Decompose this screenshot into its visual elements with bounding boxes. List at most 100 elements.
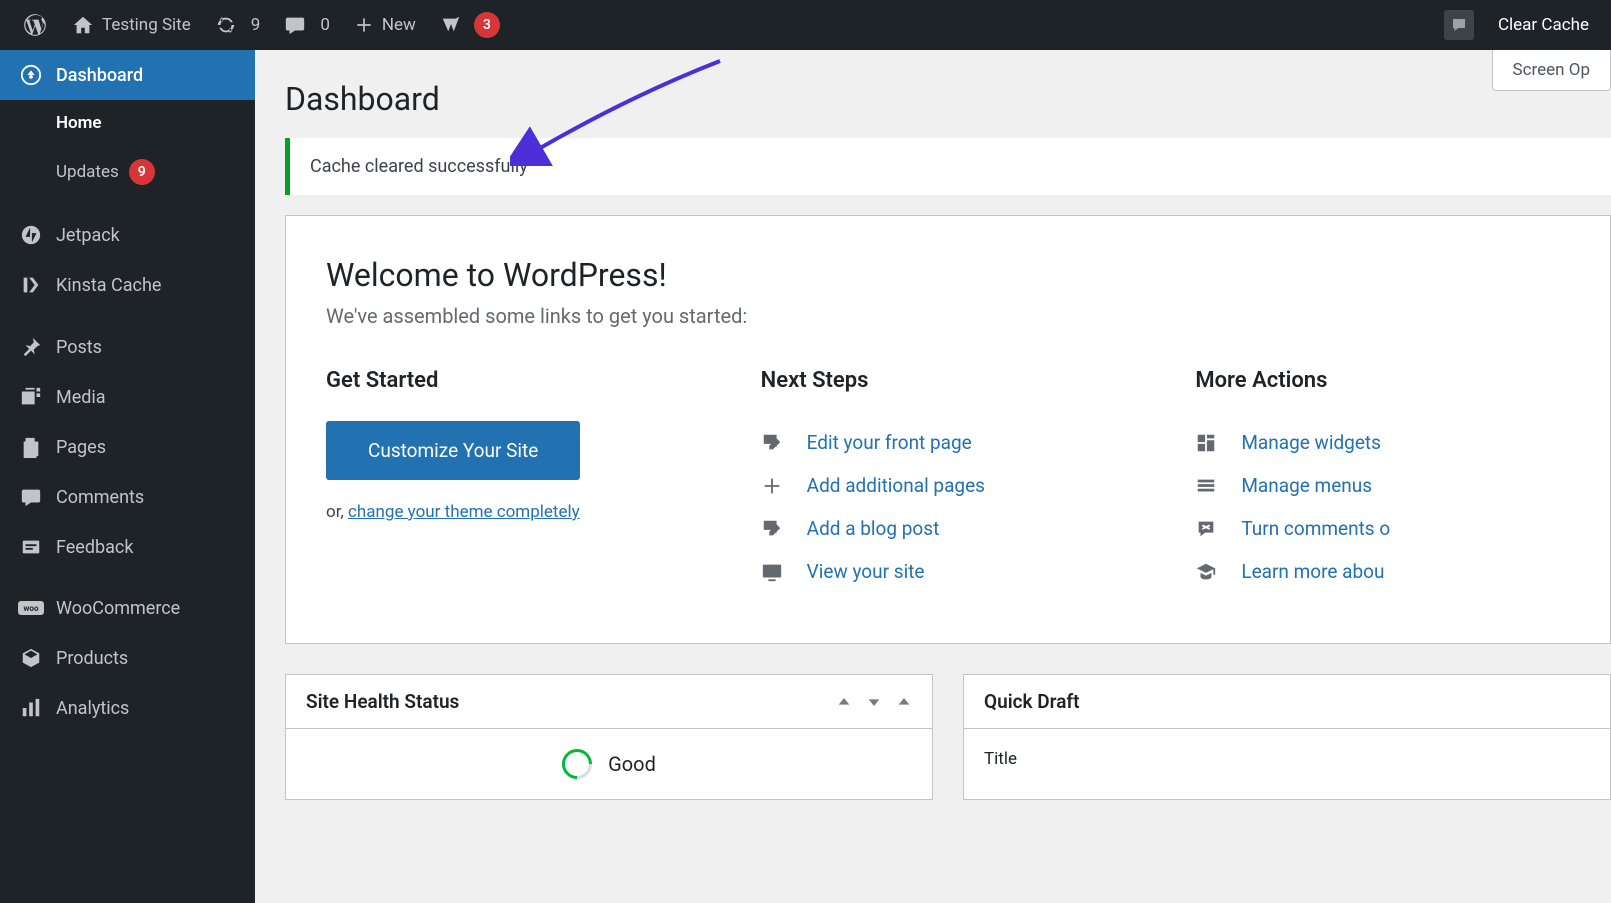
updates-count: 9 bbox=[251, 15, 261, 35]
add-blog-post-link[interactable]: Add a blog post bbox=[761, 507, 1136, 550]
sidebar-pages[interactable]: Pages bbox=[0, 422, 255, 472]
edit-front-page-link[interactable]: Edit your front page bbox=[761, 421, 1136, 464]
welcome-panel: Welcome to WordPress! We've assembled so… bbox=[285, 215, 1611, 644]
welcome-col-get-started: Get Started Customize Your Site or, chan… bbox=[326, 368, 701, 593]
write-icon bbox=[761, 518, 791, 540]
site-name-label: Testing Site bbox=[102, 15, 191, 35]
wordpress-icon bbox=[22, 12, 48, 38]
screen-icon bbox=[761, 561, 791, 583]
move-up-icon[interactable] bbox=[836, 694, 852, 710]
notice-text: Cache cleared successfully bbox=[310, 156, 528, 177]
graduation-icon bbox=[1195, 561, 1225, 583]
yoast-toolbar[interactable]: 3 bbox=[428, 0, 512, 50]
sidebar-products[interactable]: Products bbox=[0, 633, 255, 683]
clear-cache-label: Clear Cache bbox=[1498, 15, 1589, 35]
updates-toolbar[interactable]: 9 bbox=[203, 0, 273, 50]
move-down-icon[interactable] bbox=[866, 694, 882, 710]
pages-icon bbox=[18, 436, 44, 458]
sidebar-woocommerce[interactable]: woo WooCommerce bbox=[0, 584, 255, 633]
manage-widgets-link[interactable]: Manage widgets bbox=[1195, 421, 1570, 464]
refresh-icon bbox=[215, 14, 237, 36]
woo-icon: woo bbox=[18, 601, 44, 617]
new-content[interactable]: New bbox=[342, 0, 428, 50]
add-pages-link[interactable]: Add additional pages bbox=[761, 464, 1136, 507]
widgets-icon bbox=[1195, 432, 1225, 454]
notifications-icon[interactable] bbox=[1444, 10, 1474, 40]
sidebar-analytics-label: Analytics bbox=[56, 698, 129, 719]
collapse-icon[interactable] bbox=[896, 694, 912, 710]
sidebar-feedback-label: Feedback bbox=[56, 537, 133, 558]
health-circle-icon bbox=[556, 743, 598, 785]
welcome-title: Welcome to WordPress! bbox=[326, 256, 1570, 294]
products-icon bbox=[18, 647, 44, 669]
svg-text:woo: woo bbox=[24, 604, 39, 613]
page-title: Dashboard bbox=[255, 50, 1611, 138]
comment-icon bbox=[284, 14, 306, 36]
kinsta-icon bbox=[18, 274, 44, 296]
sidebar-kinsta-label: Kinsta Cache bbox=[56, 275, 161, 296]
updates-badge: 9 bbox=[129, 159, 155, 185]
dashboard-icon bbox=[18, 64, 44, 86]
pin-icon bbox=[18, 336, 44, 358]
sidebar-media-label: Media bbox=[56, 387, 106, 408]
admin-toolbar: Testing Site 9 0 New 3 Clear Cache bbox=[0, 0, 1611, 50]
success-notice: Cache cleared successfully bbox=[285, 138, 1611, 195]
quick-draft-title: Quick Draft bbox=[984, 690, 1080, 713]
sidebar-analytics[interactable]: Analytics bbox=[0, 683, 255, 733]
media-icon bbox=[18, 386, 44, 408]
screen-options-tab[interactable]: Screen Op bbox=[1492, 50, 1611, 91]
analytics-icon bbox=[18, 697, 44, 719]
next-steps-title: Next Steps bbox=[761, 368, 1136, 393]
comments-toolbar[interactable]: 0 bbox=[272, 0, 342, 50]
jetpack-icon bbox=[18, 224, 44, 246]
comments-off-icon bbox=[1195, 518, 1225, 540]
sidebar-dashboard[interactable]: Dashboard bbox=[0, 50, 255, 100]
welcome-col-more-actions: More Actions Manage widgets Manage menus… bbox=[1195, 368, 1570, 593]
sidebar-feedback[interactable]: Feedback bbox=[0, 522, 255, 572]
sidebar-woo-label: WooCommerce bbox=[56, 598, 180, 619]
yoast-icon bbox=[440, 14, 462, 36]
site-health-status: Good bbox=[608, 752, 656, 776]
site-name-link[interactable]: Testing Site bbox=[60, 0, 203, 50]
home-icon bbox=[72, 14, 94, 36]
sidebar-updates[interactable]: Updates 9 bbox=[0, 146, 255, 198]
sidebar-comments[interactable]: Comments bbox=[0, 472, 255, 522]
sidebar-dashboard-label: Dashboard bbox=[56, 65, 143, 86]
manage-menus-link[interactable]: Manage menus bbox=[1195, 464, 1570, 507]
main-content: Screen Op Dashboard Cache cleared succes… bbox=[255, 50, 1611, 800]
sidebar-comments-label: Comments bbox=[56, 487, 144, 508]
yoast-badge: 3 bbox=[474, 12, 500, 38]
quick-draft-box: Quick Draft Title bbox=[963, 674, 1611, 800]
plus-icon bbox=[761, 475, 791, 497]
menus-icon bbox=[1195, 475, 1225, 497]
customize-site-button[interactable]: Customize Your Site bbox=[326, 421, 580, 480]
welcome-col-next-steps: Next Steps Edit your front page Add addi… bbox=[761, 368, 1136, 593]
sidebar-kinsta[interactable]: Kinsta Cache bbox=[0, 260, 255, 310]
change-theme-link[interactable]: change your theme completely bbox=[348, 502, 580, 522]
comments-icon bbox=[18, 486, 44, 508]
learn-more-link[interactable]: Learn more abou bbox=[1195, 550, 1570, 593]
clear-cache-button[interactable]: Clear Cache bbox=[1486, 0, 1601, 50]
sidebar-products-label: Products bbox=[56, 648, 128, 669]
site-health-title: Site Health Status bbox=[306, 690, 459, 713]
sidebar-pages-label: Pages bbox=[56, 437, 106, 458]
wp-logo[interactable] bbox=[10, 0, 60, 50]
sidebar-home[interactable]: Home bbox=[0, 100, 255, 146]
edit-icon bbox=[761, 432, 791, 454]
feedback-icon bbox=[18, 536, 44, 558]
view-site-link[interactable]: View your site bbox=[761, 550, 1136, 593]
new-label: New bbox=[382, 15, 416, 35]
sidebar-posts[interactable]: Posts bbox=[0, 322, 255, 372]
admin-sidebar: Dashboard Home Updates 9 Jetpack Kinsta … bbox=[0, 50, 255, 903]
sidebar-media[interactable]: Media bbox=[0, 372, 255, 422]
comments-count: 0 bbox=[320, 15, 330, 35]
change-theme-text: or, change your theme completely bbox=[326, 502, 701, 522]
sidebar-jetpack[interactable]: Jetpack bbox=[0, 210, 255, 260]
sidebar-jetpack-label: Jetpack bbox=[56, 225, 120, 246]
welcome-subtitle: We've assembled some links to get you st… bbox=[326, 304, 1570, 328]
sidebar-updates-label: Updates bbox=[56, 162, 119, 182]
quick-draft-title-label: Title bbox=[984, 749, 1590, 769]
turn-comments-link[interactable]: Turn comments o bbox=[1195, 507, 1570, 550]
more-actions-title: More Actions bbox=[1195, 368, 1570, 393]
site-health-box: Site Health Status Good bbox=[285, 674, 933, 800]
